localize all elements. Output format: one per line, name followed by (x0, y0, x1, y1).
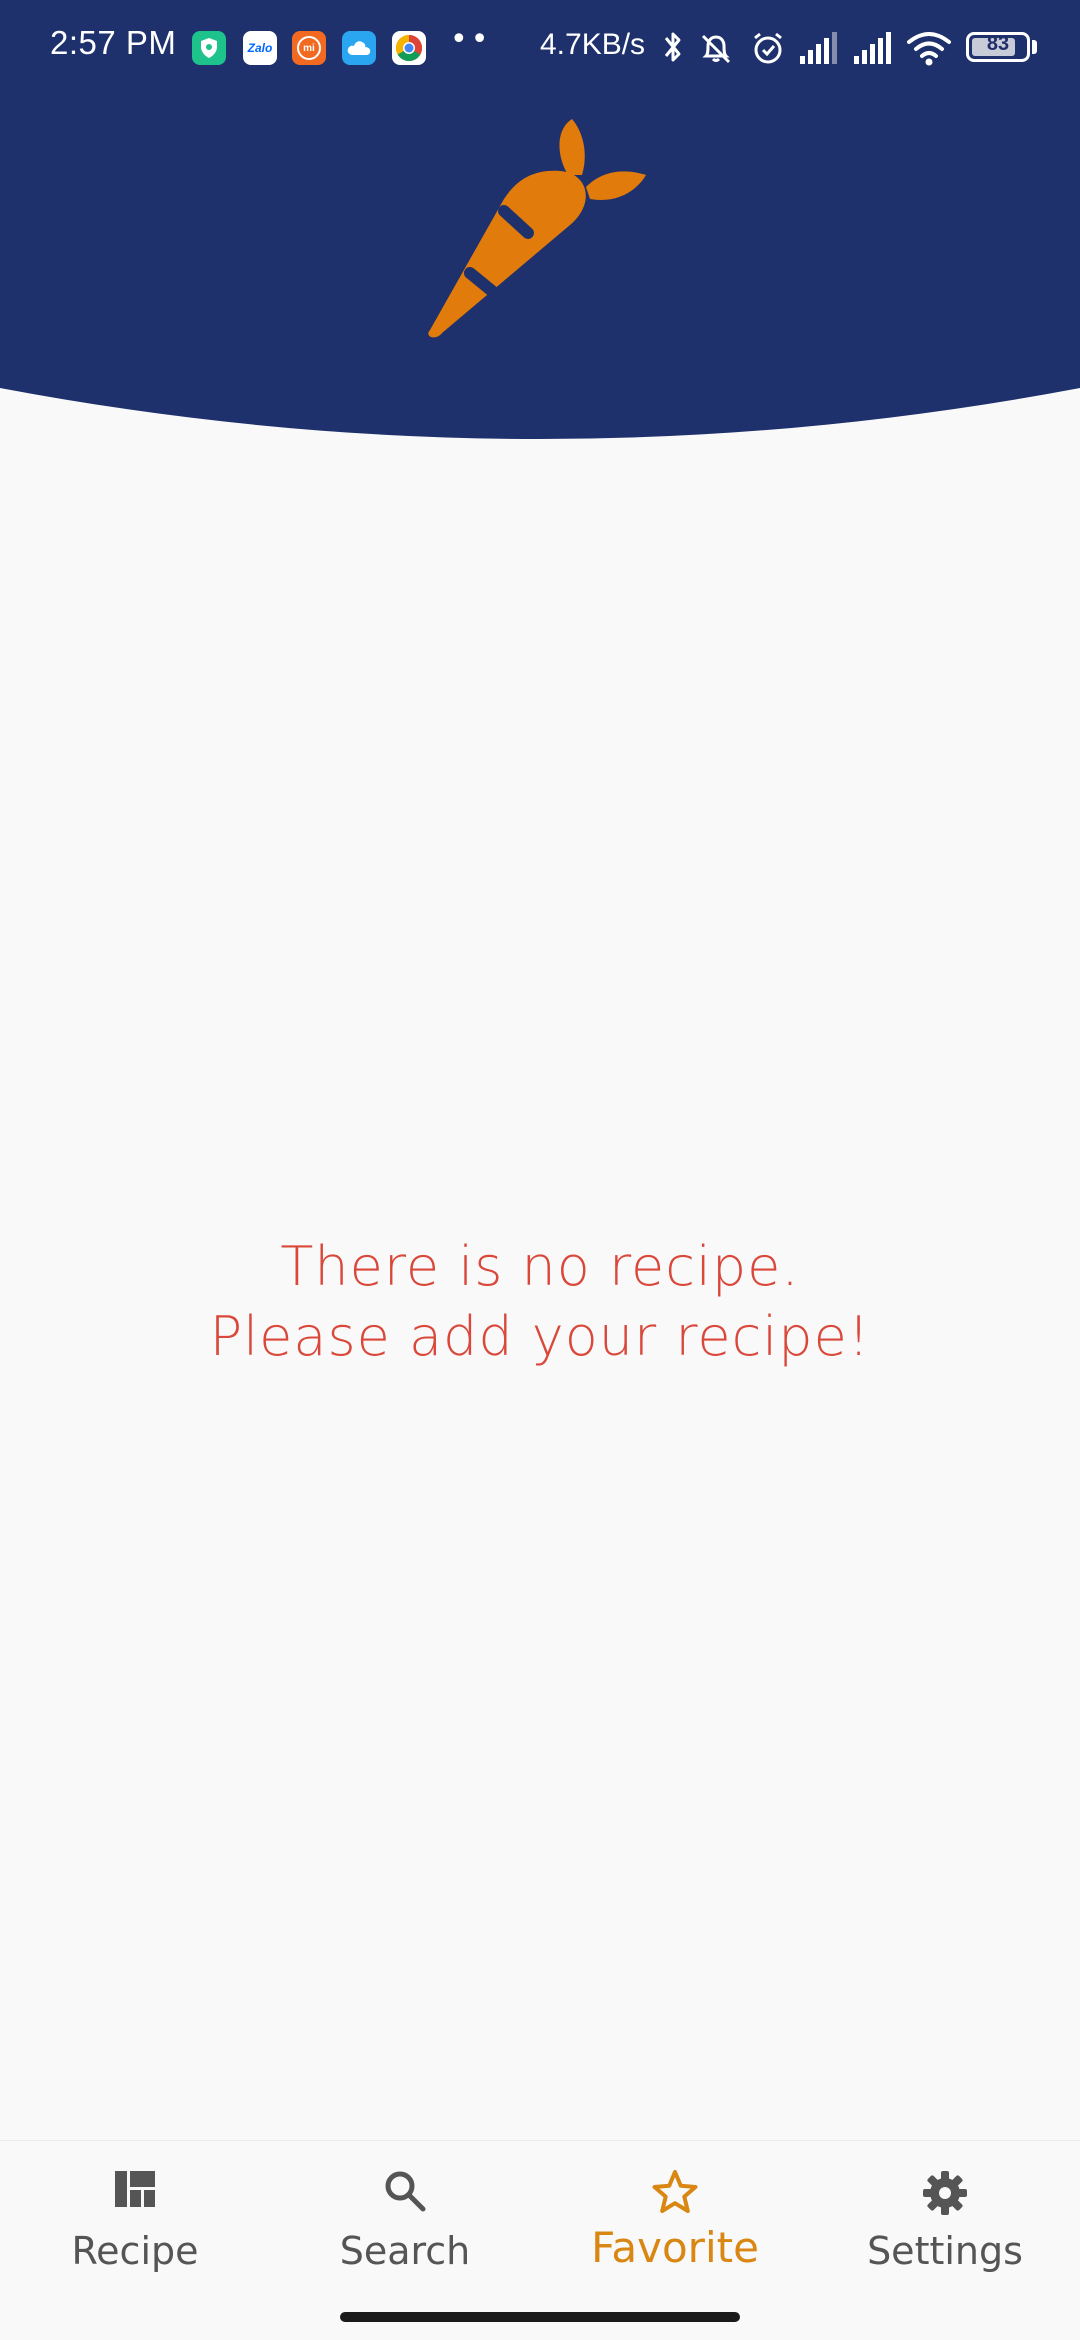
battery-indicator: 83 (966, 32, 1030, 62)
mi-icon: mi (292, 31, 326, 65)
nav-item-settings[interactable]: Settings (810, 2141, 1080, 2301)
bluetooth-icon (664, 32, 681, 62)
nav-item-recipe[interactable]: Recipe (0, 2141, 270, 2301)
nav-label-settings: Settings (867, 2229, 1023, 2273)
alarm-icon (754, 32, 782, 64)
favorite-screen: 2:57 PM Zalo mi •• 4.7KB/s 83 There is n… (0, 0, 1080, 2340)
gear-icon (923, 2171, 967, 2215)
muted-bell-icon (701, 34, 731, 64)
dashboard-icon (115, 2171, 155, 2207)
signal-icon-2 (854, 32, 891, 64)
network-speed: 4.7KB/s (540, 28, 646, 61)
search-icon (385, 2171, 426, 2212)
home-indicator-bar[interactable] (340, 2312, 740, 2322)
shield-icon (192, 31, 226, 65)
signal-icon (800, 32, 837, 64)
battery-level: 83 (986, 33, 1010, 55)
nav-item-favorite[interactable]: Favorite (540, 2141, 810, 2301)
wifi-icon (907, 32, 951, 66)
status-bar: 2:57 PM Zalo mi •• 4.7KB/s 83 (0, 0, 1080, 96)
empty-state-message: There is no recipe. Please add your reci… (0, 1232, 1080, 1372)
nav-item-search[interactable]: Search (270, 2141, 540, 2301)
more-notifications-indicator: •• (450, 22, 492, 57)
bottom-navigation: Recipe Search Favorite Settings (0, 2140, 1080, 2301)
mi-text: mi (297, 36, 321, 60)
status-time: 2:57 PM (50, 24, 177, 61)
battery-tip (1032, 40, 1037, 54)
zalo-icon: Zalo (243, 31, 277, 65)
nav-label-search: Search (339, 2229, 471, 2273)
carrot-icon (428, 119, 646, 338)
empty-state-line-1: There is no recipe. (280, 1235, 800, 1298)
star-icon (652, 2170, 698, 2213)
empty-state-line-2: Please add your recipe! (209, 1305, 871, 1368)
chrome-icon (392, 31, 426, 65)
nav-label-recipe: Recipe (71, 2229, 199, 2273)
zalo-text: Zalo (247, 41, 273, 55)
cloud-icon (342, 31, 376, 65)
nav-label-favorite: Favorite (591, 2223, 759, 2272)
